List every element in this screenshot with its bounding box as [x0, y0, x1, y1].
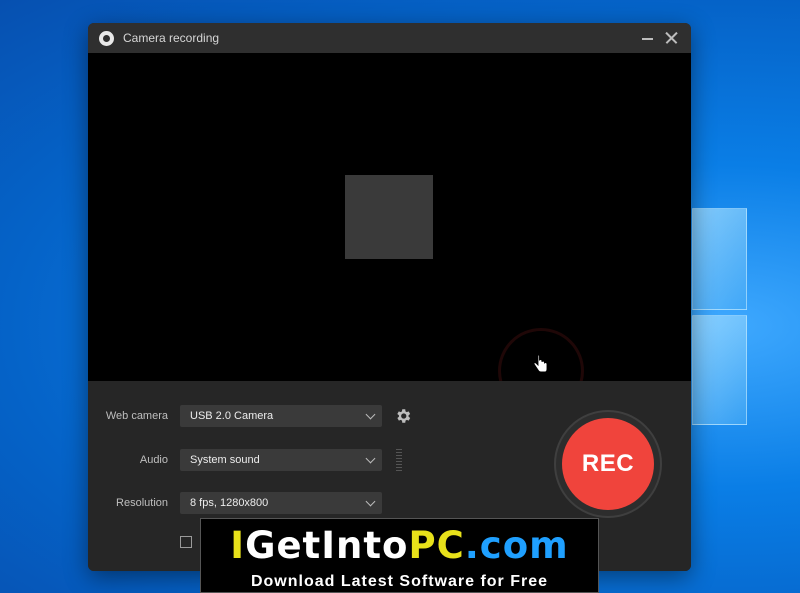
- option-checkbox[interactable]: [180, 536, 192, 548]
- chevron-down-icon: [365, 496, 376, 507]
- camera-app-icon: [99, 30, 114, 46]
- watermark-title-part4: .com: [464, 523, 569, 567]
- watermark-title-part3: PC: [408, 523, 465, 567]
- webcam-value: USB 2.0 Camera: [190, 410, 274, 422]
- webcam-row: Web camera USB 2.0 Camera: [88, 405, 411, 427]
- rec-button[interactable]: REC: [562, 418, 654, 510]
- chevron-down-icon: [365, 409, 376, 420]
- gear-icon[interactable]: [394, 407, 412, 425]
- webcam-select[interactable]: USB 2.0 Camera: [180, 405, 382, 427]
- camera-preview: [88, 53, 691, 414]
- chevron-down-icon: [365, 453, 376, 464]
- close-button[interactable]: [663, 29, 681, 47]
- watermark-title-part2: GetInto: [245, 523, 409, 567]
- watermark-title-part1: I: [230, 523, 246, 567]
- audio-row: Audio System sound: [88, 449, 402, 473]
- windows-logo-pane-top: [692, 208, 747, 310]
- resolution-select[interactable]: 8 fps, 1280x800: [180, 492, 382, 514]
- resolution-label: Resolution: [116, 497, 168, 509]
- watermark-title: I GetInto PC .com: [201, 519, 598, 571]
- camera-recording-window: Camera recording Web camera USB 2.0 Came…: [88, 23, 691, 571]
- watermark-subtitle: Download Latest Software for Free: [250, 573, 549, 590]
- no-video-placeholder: [345, 175, 433, 259]
- resolution-value: 8 fps, 1280x800: [190, 497, 269, 509]
- title-bar[interactable]: Camera recording: [88, 23, 691, 53]
- resolution-row: Resolution 8 fps, 1280x800: [88, 492, 382, 514]
- webcam-label: Web camera: [105, 410, 168, 422]
- audio-select[interactable]: System sound: [180, 449, 382, 471]
- minimize-button[interactable]: [639, 29, 657, 47]
- windows-logo: [692, 208, 748, 425]
- audio-label: Audio: [139, 454, 168, 466]
- cursor-icon: [533, 355, 548, 373]
- volume-meter: [396, 449, 402, 473]
- watermark-banner: I GetInto PC .com Download Latest Softwa…: [200, 518, 599, 593]
- window-title: Camera recording: [123, 31, 220, 45]
- audio-value: System sound: [190, 454, 260, 466]
- windows-logo-pane-bottom: [692, 315, 747, 425]
- rec-button-ring: REC: [554, 410, 662, 518]
